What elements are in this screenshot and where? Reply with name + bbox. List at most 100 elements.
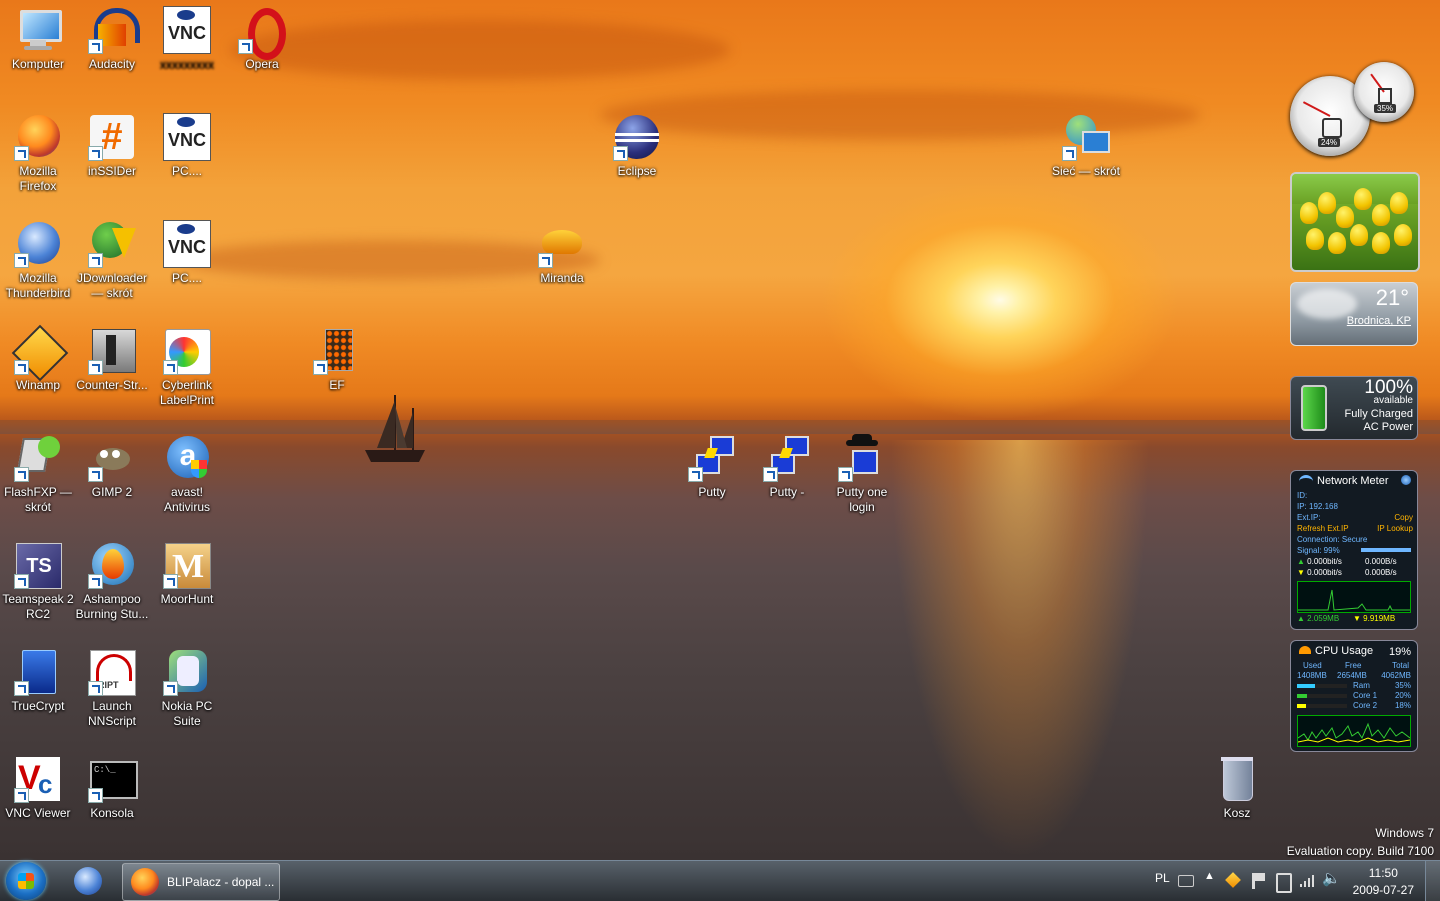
battery-power: AC Power <box>1363 421 1413 433</box>
pinned-thunderbird[interactable] <box>66 863 110 899</box>
desktop-icon-kosz[interactable]: Kosz <box>1199 755 1275 821</box>
taskbar-firefox-window[interactable]: BLIPalacz - dopal ... <box>122 863 280 901</box>
desktop-icon-vnc-pc2[interactable]: VNC PC.... <box>149 220 225 286</box>
desktop-icon-labelprint[interactable]: Cyberlink LabelPrint <box>149 327 225 408</box>
desktop-icon-ashampoo[interactable]: Ashampoo Burning Stu... <box>74 541 150 622</box>
tulip <box>1372 232 1390 254</box>
watermark-line1: Windows 7 <box>1375 826 1434 840</box>
putty-icon <box>763 434 811 482</box>
weather-gadget[interactable]: 21° Brodnica, KP <box>1290 282 1418 346</box>
slideshow-gadget[interactable] <box>1290 172 1420 272</box>
icon-label: avast! Antivirus <box>163 485 210 514</box>
miranda-icon <box>538 220 586 268</box>
battery-icon <box>1301 385 1327 431</box>
network-meter-gadget[interactable]: Network Meter ID: IP: 192.168 Ext.IP: Co… <box>1290 470 1418 630</box>
cpu-meter-gadget[interactable]: 24% 35% <box>1290 62 1420 158</box>
winamp-tray-icon[interactable] <box>1225 872 1241 888</box>
vnc-icon: VNC <box>163 113 211 161</box>
desktop-icon-ef[interactable]: EF <box>299 327 375 393</box>
icon-label: TrueCrypt <box>11 699 65 713</box>
start-button[interactable] <box>6 862 46 900</box>
network-signal-icon[interactable] <box>1300 873 1316 887</box>
core2-label: Core 2 <box>1353 701 1378 710</box>
desktop-icon-putty-login[interactable]: Putty one login <box>824 434 900 515</box>
desktop-icon-inssider[interactable]: # inSSIDer <box>74 113 150 179</box>
icon-label: Sieć — skrót <box>1051 164 1120 178</box>
tulip <box>1336 206 1354 228</box>
jdownloader-icon <box>88 220 136 268</box>
volume-icon[interactable]: 🔈 <box>1322 869 1341 887</box>
desktop-icon-thunderbird[interactable]: Mozilla Thunderbird <box>0 220 76 301</box>
watermark-line2: Evaluation copy. Build 7100 <box>1286 844 1434 858</box>
avast-icon: a <box>163 434 211 482</box>
icon-label: Cyberlink LabelPrint <box>159 378 215 407</box>
desktop-icon-counter-strike[interactable]: Counter-Str... <box>74 327 150 393</box>
icon-label: Putty - <box>769 485 805 499</box>
icon-label: Mozilla Firefox <box>19 164 57 193</box>
desktop-icon-eclipse[interactable]: Eclipse <box>599 113 675 179</box>
desktop-icon-jdownloader[interactable]: JDownloader — skrót <box>74 220 150 301</box>
ram-bar <box>1297 684 1347 688</box>
refresh-ext-ip-link[interactable]: Refresh Ext.IP <box>1297 524 1349 533</box>
sun <box>820 180 1180 420</box>
sailing-ship <box>365 395 425 462</box>
ip-lookup-link[interactable]: IP Lookup <box>1377 524 1413 533</box>
desktop-icon-vnc-viewer[interactable]: V c VNC Viewer <box>0 755 76 821</box>
desktop-icon-flashfxp[interactable]: FlashFXP — skrót <box>0 434 76 515</box>
inssider-icon: # <box>88 113 136 161</box>
desktop-icon-nnscript[interactable]: RIPT Launch NNScript <box>74 648 150 729</box>
icon-label: PC.... <box>171 164 202 178</box>
icon-label: Kosz <box>1223 806 1251 820</box>
copy-link[interactable]: Copy <box>1394 513 1413 522</box>
battery-gadget[interactable]: 100% available Fully Charged AC Power <box>1290 376 1418 440</box>
desktop-icon-moorhunt[interactable]: M MoorHunt <box>149 541 225 607</box>
desktop-icon-nokia[interactable]: Nokia PC Suite <box>149 648 225 729</box>
icon-label: Nokia PC Suite <box>161 699 213 728</box>
desktop-icon-truecrypt[interactable]: TrueCrypt <box>0 648 76 714</box>
winamp-icon <box>11 324 69 382</box>
keyboard-icon[interactable] <box>1178 875 1194 887</box>
desktop-icon-vnc[interactable]: VNC xxxxxxxxx <box>149 6 225 72</box>
tulip <box>1354 188 1372 210</box>
desktop-icon-winamp[interactable]: Winamp <box>0 324 76 393</box>
desktop-icon-audacity[interactable]: Audacity <box>74 6 150 72</box>
desktop-icon-vnc-pc1[interactable]: VNC PC.... <box>149 113 225 179</box>
up-arrow-icon: ▲ <box>1297 557 1305 566</box>
desktop-icon-opera[interactable]: Opera <box>224 6 300 72</box>
icon-label: Ashampoo Burning Stu... <box>75 592 149 621</box>
tulip <box>1390 192 1408 214</box>
cpu-usage-gadget[interactable]: CPU Usage 19% Used Free Total 1408MB 265… <box>1290 640 1418 752</box>
core1-label: Core 1 <box>1353 691 1378 700</box>
tulip <box>1318 192 1336 214</box>
thunderbird-icon <box>14 220 62 268</box>
download-rate-bytes: 0.000B/s <box>1365 568 1397 577</box>
desktop-icon-putty[interactable]: Putty <box>674 434 750 500</box>
language-indicator[interactable]: PL <box>1155 871 1170 885</box>
desktop-icon-network[interactable]: Sieć — skrót <box>1048 113 1124 179</box>
show-hidden-icons-icon[interactable]: ▲ <box>1204 870 1215 882</box>
upload-total-row: ▲ 2.059MB <box>1297 614 1340 623</box>
weather-city-link[interactable]: Brodnica, KP <box>1347 315 1411 327</box>
cpu-usage-title: CPU Usage <box>1315 645 1374 657</box>
desktop-icon-firefox[interactable]: Mozilla Firefox <box>0 113 76 194</box>
vnc-icon: VNC <box>163 6 211 54</box>
desktop-icon-teamspeak[interactable]: TS Teamspeak 2 RC2 <box>0 541 76 622</box>
action-center-flag-icon[interactable] <box>1252 873 1265 889</box>
desktop-icon-gimp[interactable]: GIMP 2 <box>74 434 150 500</box>
firefox-icon <box>131 868 159 896</box>
desktop-icon-miranda[interactable]: Miranda <box>524 220 600 286</box>
flashfxp-icon <box>14 434 62 482</box>
desktop-icon-avast[interactable]: a avast! Antivirus <box>149 434 225 515</box>
desktop-icon-konsola[interactable]: C:\_ Konsola <box>74 755 150 821</box>
cpu-percent: 24% <box>1318 138 1341 147</box>
desktop-icon-komputer[interactable]: Komputer <box>0 6 76 72</box>
desktop-icon-putty2[interactable]: Putty - <box>749 434 825 500</box>
power-icon[interactable] <box>1276 873 1292 893</box>
show-desktop-button[interactable] <box>1425 861 1440 901</box>
icon-label: Launch NNScript <box>87 699 136 728</box>
clock[interactable]: 11:50 2009-07-27 <box>1353 865 1414 899</box>
download-rate-row: ▼ 0.000bit/s <box>1297 568 1342 577</box>
icon-label: JDownloader — skrót <box>76 271 148 300</box>
ram-value: 35% <box>1394 681 1411 690</box>
icon-label: Eclipse <box>617 164 657 178</box>
